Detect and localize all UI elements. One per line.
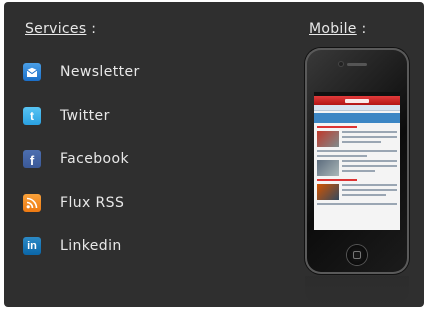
mobile-site-nav — [314, 105, 400, 111]
mobile-heading-suffix: : — [356, 21, 367, 37]
mobile-heading: Mobile : — [309, 21, 367, 37]
mobile-site-header — [314, 96, 400, 105]
facebook-icon[interactable]: f — [23, 150, 41, 168]
services-list: Newsletter t Twitter f Facebook Flux RSS — [23, 57, 140, 275]
mobile-text-line — [317, 150, 397, 152]
mobile-article-text — [342, 160, 397, 176]
services-heading: Services : — [25, 21, 96, 37]
mobile-article — [317, 160, 397, 176]
speaker-grille — [347, 63, 367, 66]
rss-icon[interactable] — [23, 193, 41, 212]
mobile-article-thumb — [317, 184, 339, 200]
service-label-facebook[interactable]: Facebook — [60, 144, 129, 174]
facebook-glyph: f — [29, 153, 35, 168]
linkedin-icon[interactable]: in — [23, 237, 41, 255]
camera-icon — [339, 62, 343, 66]
mobile-text-line — [317, 179, 357, 181]
service-newsletter[interactable]: Newsletter — [23, 57, 140, 101]
service-twitter[interactable]: t Twitter — [23, 101, 140, 145]
phone-image[interactable] — [305, 48, 409, 274]
service-label-newsletter[interactable]: Newsletter — [60, 57, 140, 87]
linkedin-glyph: in — [27, 239, 37, 252]
mobile-site-headline-bar — [314, 113, 400, 123]
twitter-glyph: t — [30, 108, 34, 123]
mobile-text-line — [317, 126, 357, 128]
service-linkedin[interactable]: in Linkedin — [23, 231, 140, 275]
envelope-glyph — [26, 67, 38, 77]
phone-reflection — [305, 276, 409, 306]
mobile-site-logo — [345, 98, 369, 103]
newsletter-icon[interactable] — [23, 63, 41, 81]
service-facebook[interactable]: f Facebook — [23, 144, 140, 188]
service-label-linkedin[interactable]: Linkedin — [60, 231, 122, 261]
rss-glyph — [26, 197, 38, 208]
service-rss[interactable]: Flux RSS — [23, 188, 140, 232]
mobile-article — [317, 131, 397, 147]
mobile-text-line — [317, 203, 397, 205]
mobile-article-thumb — [317, 160, 339, 176]
service-label-twitter[interactable]: Twitter — [60, 101, 110, 131]
services-heading-text[interactable]: Services — [25, 21, 86, 37]
services-heading-suffix: : — [86, 21, 97, 37]
twitter-icon[interactable]: t — [23, 106, 41, 125]
mobile-article-thumb — [317, 131, 339, 147]
mobile-article-text — [342, 131, 397, 147]
mobile-article-text — [342, 184, 397, 200]
mobile-text-line — [317, 155, 367, 157]
phone-screen — [314, 92, 400, 230]
service-label-rss[interactable]: Flux RSS — [60, 188, 124, 218]
home-button-icon — [347, 245, 367, 265]
mobile-heading-text[interactable]: Mobile — [309, 21, 357, 37]
mobile-article — [317, 184, 397, 200]
